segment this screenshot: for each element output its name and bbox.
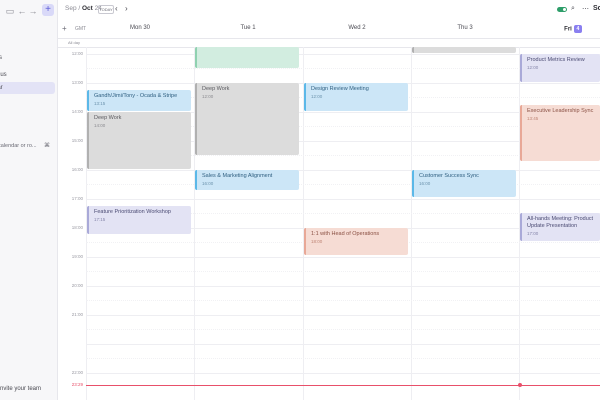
time-label: 20:00 bbox=[71, 283, 83, 288]
event-gandh-ocada-stripe[interactable]: Gandh/Jimi/Tony - Ocada & Stripe 13:15 bbox=[87, 90, 191, 111]
day-label-tue[interactable]: Tue 1 bbox=[194, 25, 302, 31]
event-time: 14:00 bbox=[94, 123, 106, 128]
half-hour-line bbox=[86, 184, 600, 185]
day-label-wed[interactable]: Wed 2 bbox=[303, 25, 411, 31]
hour-line bbox=[86, 315, 600, 316]
event-title: Deep Work bbox=[202, 86, 230, 92]
current-time-dot bbox=[518, 383, 522, 387]
today-date-badge: 4 bbox=[573, 25, 582, 33]
event-time: 12:00 bbox=[311, 94, 323, 99]
top-bar: Sep / Oct 24 TODAY ‹ › ⌕ ⋯ Sc bbox=[58, 0, 600, 20]
add-timezone-icon[interactable]: + bbox=[62, 24, 67, 33]
hour-line bbox=[86, 199, 600, 200]
week-grid[interactable]: 12:00 13:00 14:00 15:00 16:00 17:00 18:0… bbox=[58, 47, 600, 400]
page-title: Sep / Oct 24 bbox=[65, 5, 102, 12]
event-title: Executive Leadership Sync bbox=[527, 108, 594, 114]
all-day-label: All day bbox=[68, 40, 81, 45]
event-time: 17:15 bbox=[94, 217, 106, 222]
time-label: 15:00 bbox=[71, 138, 83, 143]
time-label: 17:00 bbox=[71, 196, 83, 201]
current-time-line bbox=[86, 385, 600, 386]
event-time: 17:00 bbox=[527, 231, 539, 236]
hour-line bbox=[86, 286, 600, 287]
day-label-thu[interactable]: Thu 3 bbox=[411, 25, 519, 31]
status-toggle[interactable] bbox=[557, 7, 567, 12]
time-label: 19:00 bbox=[71, 254, 83, 259]
event-title: Feature Prioritization Workshop bbox=[94, 209, 171, 215]
event-time: 13:45 bbox=[527, 116, 539, 121]
time-label: 14:00 bbox=[71, 109, 83, 114]
event-title: Sales & Marketing Alignment bbox=[202, 173, 273, 179]
event-product-metrics[interactable]: Product Metrics Review 12:00 bbox=[520, 54, 600, 82]
event-sales-marketing[interactable]: Sales & Marketing Alignment 16:00 bbox=[195, 170, 299, 190]
hour-line bbox=[86, 257, 600, 258]
today-button[interactable]: TODAY bbox=[98, 5, 114, 14]
day-label-fri[interactable]: Fri 4 bbox=[519, 25, 600, 33]
time-label: 21:00 bbox=[71, 312, 83, 317]
half-hour-line bbox=[86, 358, 600, 359]
time-label: 12:00 bbox=[71, 51, 83, 56]
sidebar-search[interactable]: calendar or ro... ⌘ bbox=[0, 141, 50, 152]
sidebar: ▭ ← → + e tes ocus dar s ts calendar or … bbox=[0, 0, 58, 400]
event-title: Deep Work bbox=[94, 115, 122, 121]
event-time: 16:00 bbox=[202, 181, 214, 186]
sidebar-item-5[interactable]: s bbox=[0, 97, 55, 109]
time-label: 22:00 bbox=[71, 370, 83, 375]
day-header-row: + GMT Mon 30 Tue 1 Wed 2 Thu 3 Fri 4 bbox=[58, 20, 600, 39]
event-title: All-hands Meeting: Product Update Presen… bbox=[527, 216, 594, 229]
event-time: 12:00 bbox=[202, 94, 214, 99]
event-block-continued[interactable] bbox=[412, 47, 516, 53]
invite-team-link[interactable]: nvite your team bbox=[0, 386, 41, 392]
half-hour-line bbox=[86, 271, 600, 272]
event-title: Customer Success Sync bbox=[419, 173, 479, 179]
sidebar-item-notes[interactable]: tes bbox=[0, 52, 55, 64]
event-title: Gandh/Jimi/Tony - Ocada & Stripe bbox=[94, 93, 178, 99]
half-hour-line bbox=[86, 329, 600, 330]
event-feature-prioritization[interactable]: Feature Prioritization Workshop 17:15 bbox=[87, 206, 191, 234]
column-divider bbox=[411, 47, 412, 400]
hour-line bbox=[86, 373, 600, 374]
event-time: 13:15 bbox=[94, 101, 106, 106]
time-label: 16:00 bbox=[71, 167, 83, 172]
sidebar-item-focus[interactable]: ocus bbox=[0, 69, 55, 81]
time-label: 13:00 bbox=[71, 80, 83, 85]
event-executive-leadership[interactable]: Executive Leadership Sync 13:45 bbox=[520, 105, 600, 161]
search-icon[interactable]: ⌕ bbox=[571, 5, 575, 13]
event-time: 16:00 bbox=[419, 181, 431, 186]
event-design-review[interactable]: Design Review Meeting 12:00 bbox=[304, 83, 408, 111]
event-customer-success[interactable]: Customer Success Sync 16:00 bbox=[412, 170, 516, 197]
sidebar-item-1[interactable]: e bbox=[0, 38, 55, 50]
day-label-mon[interactable]: Mon 30 bbox=[86, 25, 194, 31]
event-title: 1:1 with Head of Operations bbox=[311, 231, 380, 237]
sidebar-item-6[interactable]: ts bbox=[0, 109, 55, 121]
hour-line bbox=[86, 170, 600, 171]
event-time: 18:00 bbox=[311, 239, 323, 244]
event-block-continued[interactable] bbox=[195, 47, 299, 68]
half-hour-line bbox=[86, 300, 600, 301]
sidebar-item-calendar[interactable]: dar bbox=[0, 82, 55, 94]
new-event-button[interactable]: + bbox=[42, 4, 54, 16]
event-deep-work-tue[interactable]: Deep Work 12:00 bbox=[195, 83, 299, 155]
timezone-label: GMT bbox=[75, 26, 87, 32]
event-one-on-one-ops[interactable]: 1:1 with Head of Operations 18:00 bbox=[304, 228, 408, 255]
event-title: Design Review Meeting bbox=[311, 86, 369, 92]
hour-line bbox=[86, 344, 600, 345]
prev-week-icon[interactable]: ‹ bbox=[115, 4, 118, 14]
more-icon[interactable]: ⋯ bbox=[582, 5, 589, 13]
time-label: 18:00 bbox=[71, 225, 83, 230]
search-shortcut-icon: ⌘ bbox=[44, 143, 50, 149]
current-time-label: 23:29 bbox=[71, 382, 83, 387]
event-all-hands[interactable]: All-hands Meeting: Product Update Presen… bbox=[520, 213, 600, 241]
event-deep-work-mon[interactable]: Deep Work 14:00 bbox=[87, 112, 191, 169]
sidebar-toggle-icon[interactable]: ▭ bbox=[4, 5, 16, 17]
event-title: Product Metrics Review bbox=[527, 57, 585, 63]
event-time: 12:00 bbox=[527, 65, 539, 70]
forward-arrow-icon[interactable]: → bbox=[27, 5, 39, 17]
next-week-icon[interactable]: › bbox=[125, 4, 128, 14]
truncated-header-label[interactable]: Sc bbox=[593, 5, 600, 12]
